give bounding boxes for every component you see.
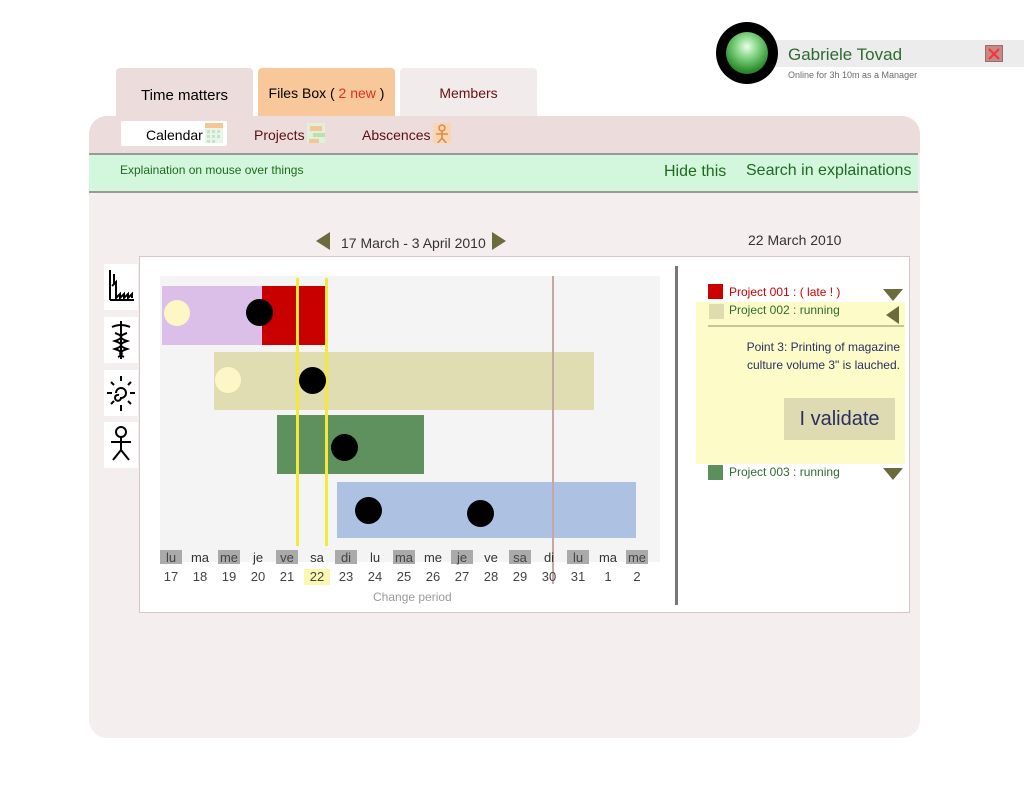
day-label: lu (369, 550, 381, 565)
files-box-suffix: ) (375, 85, 385, 101)
milestone-point[interactable] (355, 497, 382, 524)
day-number: 17 (163, 569, 179, 584)
current-day-marker-end (325, 278, 328, 546)
day-number: 22 (304, 569, 330, 585)
milestone-point[interactable] (467, 500, 494, 527)
milestone-point[interactable] (246, 299, 273, 326)
hide-explanation-link[interactable]: Hide this (664, 163, 726, 181)
day-number: 31 (570, 569, 586, 584)
gantt-bar-project-002[interactable] (214, 352, 594, 410)
project-002-swatch (709, 304, 724, 319)
project-001-label[interactable]: Project 001 : ( late ! ) (729, 285, 840, 299)
day-label: ma (598, 550, 618, 565)
day-label: me (218, 550, 240, 565)
day-label: ma (393, 550, 415, 565)
explanation-text: Explaination on mouse over things (120, 163, 304, 177)
day-label: ma (190, 550, 210, 565)
day-label: di (335, 550, 357, 565)
subtab-projects[interactable]: Projects (254, 121, 305, 146)
subtab-absences[interactable]: Abscences (362, 121, 430, 146)
person-icon (111, 426, 131, 461)
day-label: lu (160, 550, 182, 565)
user-name: Gabriele Tovad (788, 45, 903, 64)
day-label: me (626, 550, 648, 565)
panel-divider (675, 266, 678, 605)
expand-project-001-icon[interactable] (883, 289, 903, 301)
tab-time-matters[interactable]: Time matters (116, 68, 253, 118)
day-number: 1 (604, 569, 612, 584)
day-number: 30 (541, 569, 557, 584)
day-number: 28 (483, 569, 499, 584)
day-label: ve (484, 550, 498, 565)
previous-period-arrow[interactable] (316, 232, 330, 250)
caduceus-icon (111, 321, 131, 359)
detail-separator (708, 325, 904, 327)
calendar-icon (205, 123, 223, 143)
absences-icon (433, 123, 451, 143)
collapse-project-002-icon[interactable] (886, 306, 899, 324)
day-number: 20 (250, 569, 266, 584)
day-number: 25 (396, 569, 412, 584)
day-label: lu (567, 550, 589, 565)
day-number: 26 (425, 569, 441, 584)
day-label: me (423, 550, 443, 565)
person-icon-button[interactable] (104, 422, 138, 468)
day-label: di (543, 550, 555, 565)
day-number: 21 (279, 569, 295, 584)
close-button[interactable] (985, 45, 1003, 62)
day-label: je (451, 550, 473, 565)
files-box-new-count: 2 new (334, 85, 376, 101)
search-explanations-link[interactable]: Search in explainations (746, 162, 911, 180)
day-number: 23 (338, 569, 354, 584)
validate-button[interactable]: I validate (784, 398, 895, 440)
sun-icon (107, 376, 135, 411)
files-box-label: Files Box ( (268, 85, 335, 101)
current-date-label: 22 March 2010 (748, 232, 842, 248)
day-number: 24 (367, 569, 383, 584)
caduceus-icon-button[interactable] (104, 317, 138, 363)
milestone-done[interactable] (215, 367, 241, 393)
close-icon (988, 48, 1000, 60)
day-number: 19 (221, 569, 237, 584)
factory-icon-button[interactable] (104, 264, 138, 310)
day-number: 27 (454, 569, 470, 584)
day-label: ve (276, 550, 298, 565)
detail-text: Point 3: Printing of magazine culture vo… (746, 340, 900, 372)
project-002-label[interactable]: Project 002 : running (729, 303, 840, 317)
day-label: sa (509, 550, 531, 565)
month-divider (552, 276, 554, 584)
sun-icon-button[interactable] (104, 370, 138, 416)
factory-icon (109, 270, 134, 301)
projects-icon (307, 123, 325, 143)
expand-project-003-icon[interactable] (883, 468, 903, 480)
day-label: je (252, 550, 264, 565)
day-number: 18 (192, 569, 208, 584)
tab-files-box[interactable]: Files Box ( 2 new ) (258, 68, 395, 118)
next-period-arrow[interactable] (492, 232, 506, 250)
day-number: 2 (633, 569, 641, 584)
user-status: Online for 3h 10m as a Manager (788, 70, 918, 80)
change-period-link[interactable]: Change period (373, 590, 452, 604)
project-001-swatch (708, 284, 723, 299)
tab-members[interactable]: Members (400, 68, 537, 118)
project-003-label[interactable]: Project 003 : running (729, 465, 840, 479)
milestone-point[interactable] (331, 434, 358, 461)
day-number: 29 (512, 569, 528, 584)
milestone-point[interactable] (299, 367, 326, 394)
period-label: 17 March - 3 April 2010 (341, 235, 486, 251)
day-label: sa (310, 550, 324, 565)
avatar[interactable] (716, 22, 778, 84)
milestone-done[interactable] (164, 300, 190, 326)
current-day-marker-start (296, 278, 299, 546)
project-003-swatch (708, 465, 723, 480)
